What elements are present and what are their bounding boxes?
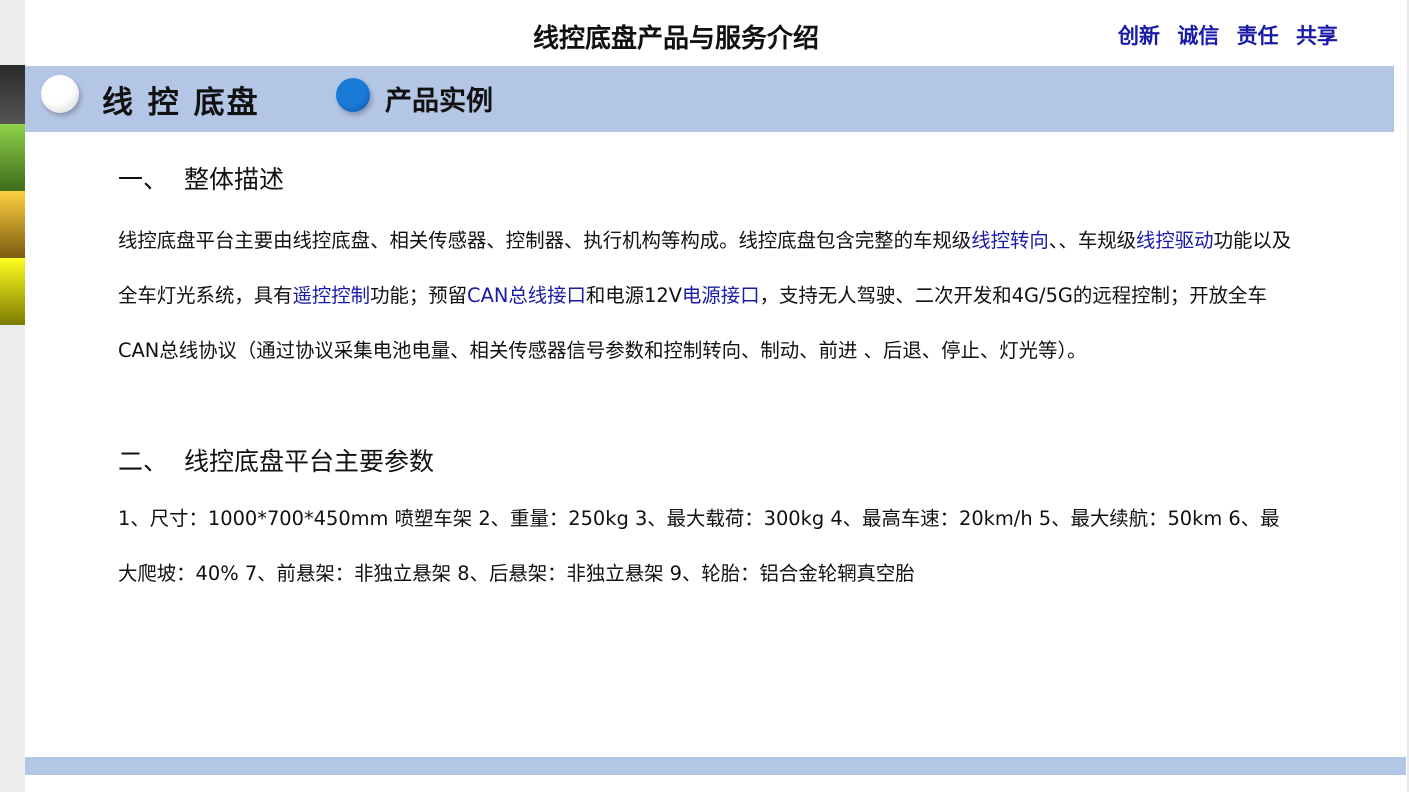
description-paragraph: 线控底盘平台主要由线控底盘、相关传感器、控制器、执行机构等构成。线控底盘包含完整…: [118, 213, 1298, 378]
link-remote-control[interactable]: 遥控控制: [293, 284, 371, 307]
slogan-sharing: 共享: [1295, 24, 1338, 48]
section-number: 二、: [118, 447, 169, 476]
color-strip-green: [0, 124, 25, 191]
section-banner: 线 控 底盘 产品实例: [25, 66, 1394, 132]
section-heading-params: 二、 线控底盘平台主要参数: [118, 442, 434, 478]
text-run: 功能；预留: [370, 284, 468, 307]
text-run: 和电源12V: [585, 284, 683, 307]
params-paragraph: 1、尺寸：1000*700*450mm 喷塑车架 2、重量：250kg 3、最大…: [118, 507, 1280, 585]
slogan-responsibility: 责任: [1236, 24, 1279, 48]
link-drive[interactable]: 线控驱动: [1136, 229, 1214, 252]
color-strip-black: [0, 65, 25, 124]
link-power-interface[interactable]: 电源接口: [682, 284, 760, 307]
section-title: 整体描述: [184, 165, 285, 194]
white-circle-icon: [41, 75, 79, 113]
text-run: 、、车规级: [1048, 229, 1137, 252]
section-number: 一、: [118, 165, 169, 194]
footer-bar: [25, 757, 1406, 775]
color-strip-yellow: [0, 258, 25, 325]
section-title: 线控底盘平台主要参数: [184, 447, 435, 476]
slogan-integrity: 诚信: [1177, 24, 1220, 48]
slogan-innovation: 创新: [1118, 24, 1160, 48]
color-strip-orange: [0, 191, 25, 258]
banner-subtitle: 产品实例: [385, 86, 493, 117]
text-run: 线控底盘平台主要由线控底盘、相关传感器、控制器、执行机构等构成。线控底盘包含完整…: [118, 229, 972, 252]
link-steering[interactable]: 线控转向: [971, 229, 1049, 252]
blue-circle-icon: [336, 78, 370, 112]
banner-title: 线 控 底盘: [102, 85, 260, 121]
section-heading-overview: 一、 整体描述: [118, 160, 284, 196]
link-can-bus[interactable]: CAN总线接口: [467, 284, 586, 307]
slogans: 创新 诚信 责任 共享: [1118, 20, 1338, 50]
page-title: 线控底盘产品与服务介绍: [532, 24, 819, 54]
